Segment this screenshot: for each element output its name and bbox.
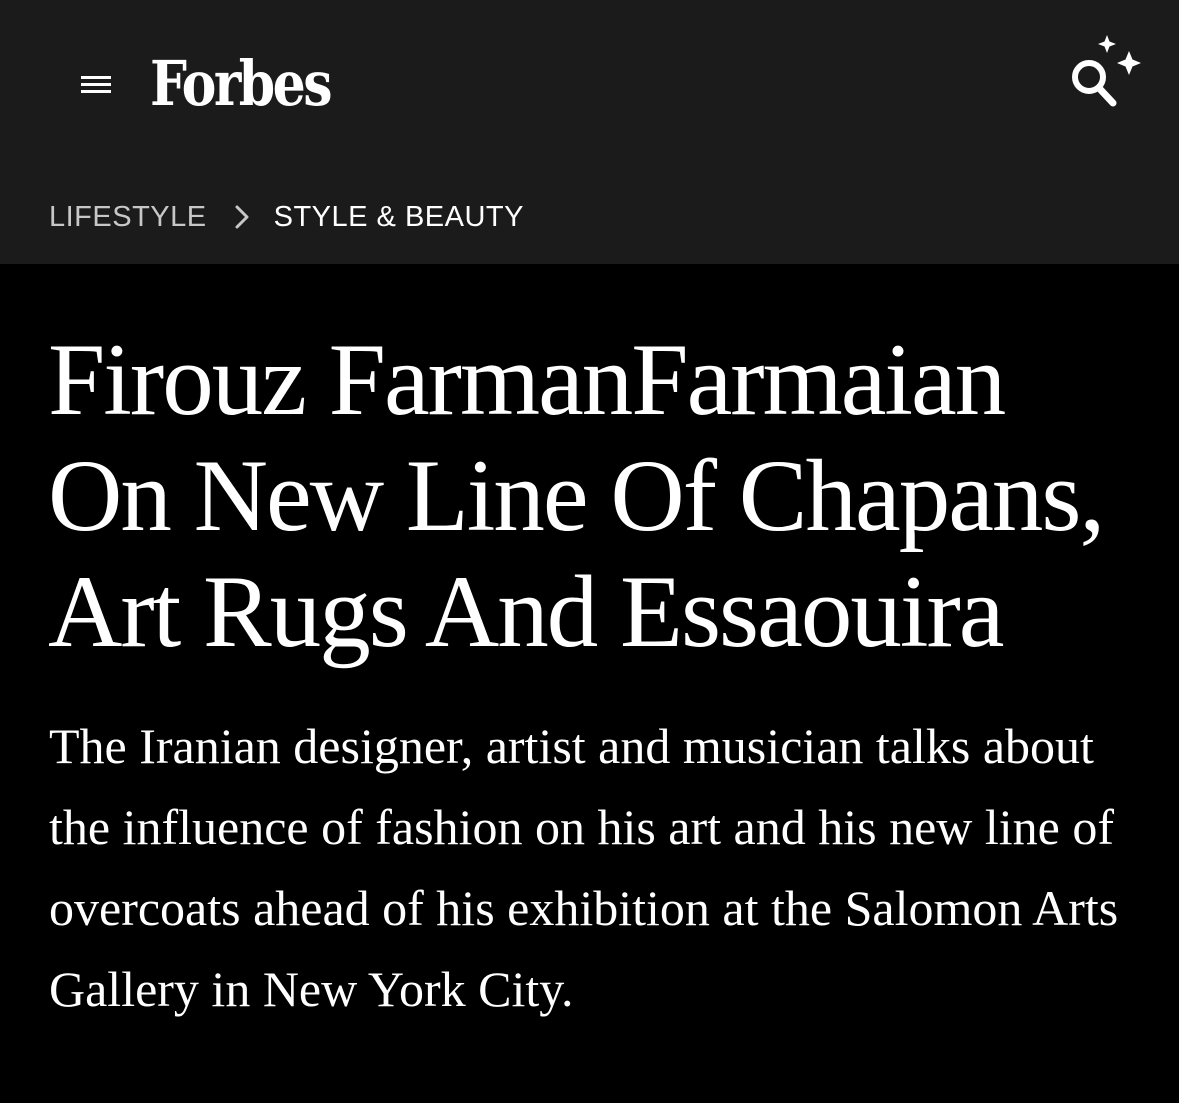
menu-button[interactable] (76, 70, 116, 102)
headline-line: On New Line Of Chapans, (48, 439, 1105, 553)
breadcrumb-link-style-beauty[interactable]: STYLE & BEAUTY (274, 201, 524, 234)
chevron-right-icon (233, 203, 251, 231)
headline-line: Firouz FarmanFarmaian (48, 323, 1006, 437)
ai-search-sparkle-icon (1060, 35, 1150, 122)
headline-line: Art Rugs And Essaouira (48, 555, 1004, 669)
breadcrumb: LIFESTYLE STYLE & BEAUTY (49, 194, 524, 240)
top-navigation-bar: Forbes LIFESTYLE STYLE & BEAUTY (0, 0, 1179, 264)
article-headline: Firouz FarmanFarmaian On New Line Of Cha… (48, 322, 1148, 670)
forbes-logo[interactable]: Forbes (150, 44, 333, 124)
article-dek: The Iranian designer, artist and musicia… (49, 718, 1119, 1017)
hamburger-menu-icon (78, 70, 114, 103)
search-button[interactable] (1060, 28, 1150, 118)
breadcrumb-link-lifestyle[interactable]: LIFESTYLE (49, 201, 207, 234)
